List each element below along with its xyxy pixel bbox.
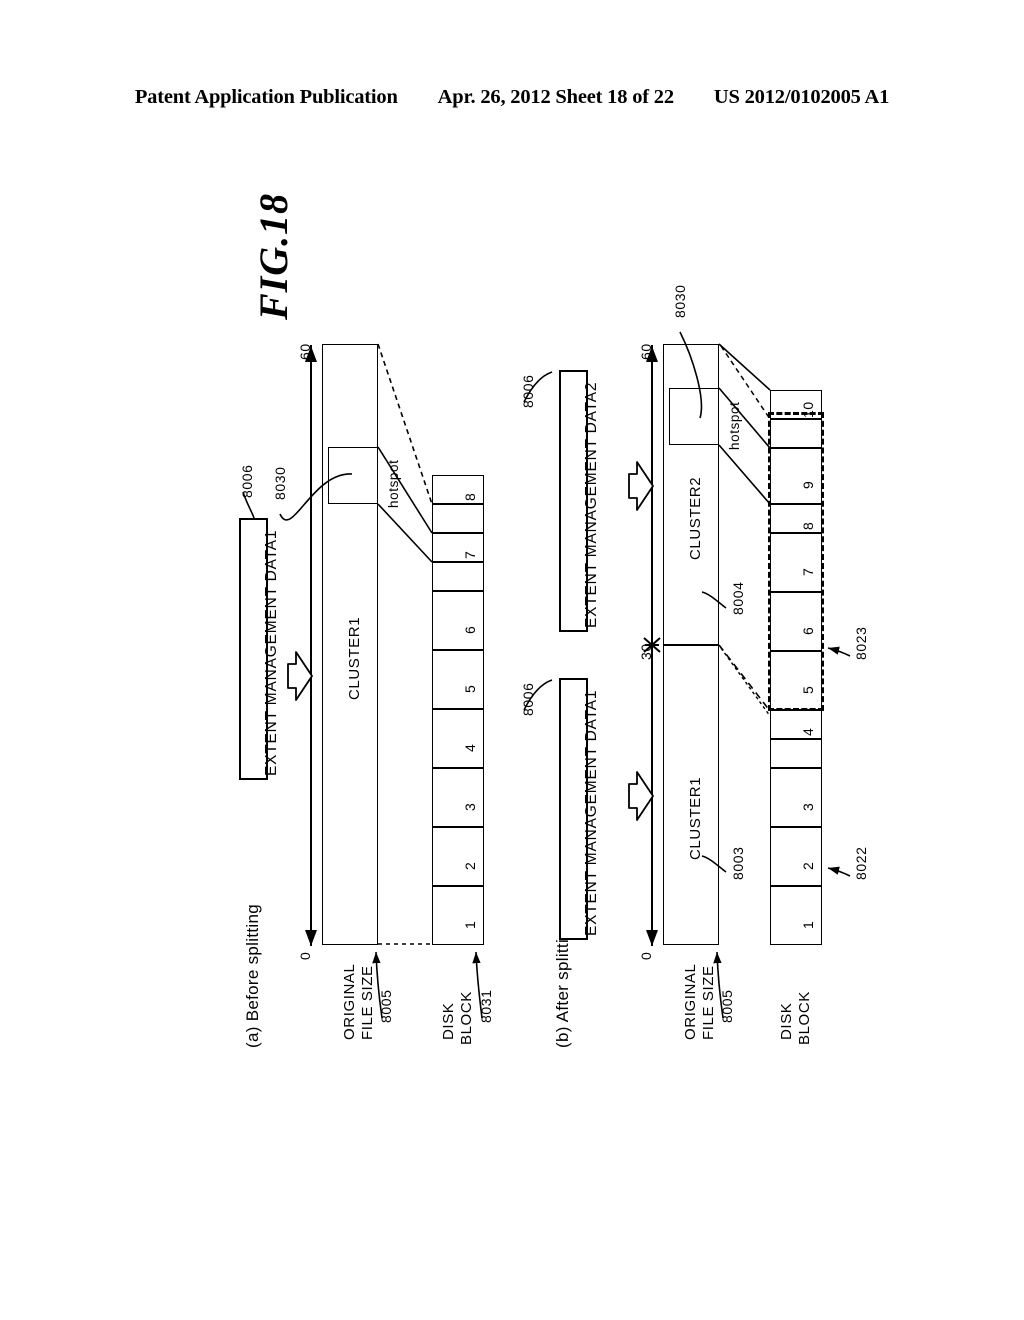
panel-a-hotspot-ref: 8030 (272, 466, 288, 500)
panel-b-extent-management-ref-1: 8006 (520, 682, 536, 716)
panel-a-block-5: 5 (432, 650, 484, 709)
panel-b-extent-management-ref-2: 8006 (520, 374, 536, 408)
figure-title: FIG.18 (251, 192, 296, 320)
panel-a-block-4: 4 (432, 709, 484, 768)
panel-a-axis-tick-0: 0 (297, 951, 313, 960)
panel-a-block-7-label: 7 (462, 550, 478, 559)
panel-a-block-3: 3 (432, 768, 484, 827)
panel-a-extent-management-ref: 8006 (239, 464, 255, 498)
panel-a-block-4-label: 4 (462, 743, 478, 752)
panel-b-original-file-size-line1: ORIGINAL (682, 963, 699, 1040)
panel-b-block-group-ref-8023: 8023 (853, 626, 869, 660)
panel-a-block-7: 7 (432, 533, 484, 562)
panel-a-axis-tick-60: 60 (297, 343, 313, 360)
panel-a-block-8-label: 8 (462, 492, 478, 501)
panel-b-block-3: 3 (770, 768, 822, 827)
panel-a-disk-block-line2: BLOCK (458, 991, 475, 1045)
panel-b-block-3-label: 3 (800, 802, 816, 811)
panel-a-disk-block-ref: 8031 (478, 989, 494, 1023)
panel-b-block-2-label: 2 (800, 861, 816, 870)
panel-b-extent-management-label-1: EXTENT MANAGEMENT DATA1 (583, 689, 600, 936)
panel-b-block-1-label: 1 (800, 920, 816, 929)
panel-b-cluster2-ref: 8004 (730, 581, 746, 615)
panel-b-block-4: 4 (770, 710, 822, 739)
panel-b-cluster1-ref: 8003 (730, 846, 746, 880)
panel-b-block-group-ref-8022: 8022 (853, 846, 869, 880)
figure-connectors (242, 331, 851, 1019)
panel-b-disk-block-line2: BLOCK (796, 991, 813, 1045)
panel-a-caption: (a) Before splitting (243, 904, 262, 1048)
panel-a-block-6: 6 (432, 591, 484, 650)
panel-b-block-2: 2 (770, 827, 822, 886)
panel-b-block-4-label: 4 (800, 727, 816, 736)
panel-b-axis-tick-60: 60 (638, 343, 654, 360)
panel-a-block-2: 2 (432, 827, 484, 886)
panel-a-block-2-label: 2 (462, 861, 478, 870)
panel-a-extent-management-label: EXTENT MANAGEMENT DATA1 (263, 529, 280, 776)
panel-b-hotspot-label: hotspot (727, 401, 742, 450)
panel-b-cluster1-label: CLUSTER1 (687, 776, 704, 860)
panel-a-block-5-label: 5 (462, 684, 478, 693)
panel-a-disk-block-line1: DISK (440, 1002, 457, 1040)
figure-18: FIG.18 (a) Before splitting EXTENT MANAG… (0, 0, 1024, 1320)
panel-b-hotspot-ref: 8030 (672, 284, 688, 318)
panel-a-original-file-size-line1: ORIGINAL (341, 963, 358, 1040)
panel-b-block-group-outline (768, 412, 824, 711)
panel-a-block-3-label: 3 (462, 802, 478, 811)
panel-b-extent-management-label-2: EXTENT MANAGEMENT DATA2 (583, 381, 600, 628)
panel-a-hotspot-box (328, 447, 378, 504)
panel-a-block-1: 1 (432, 886, 484, 945)
panel-a-block-6-label: 6 (462, 625, 478, 634)
panel-a-original-file-size-ref: 8005 (378, 989, 394, 1023)
panel-b-original-file-size-ref: 8005 (719, 989, 735, 1023)
panel-b-original-file-size-line2: FILE SIZE (700, 965, 717, 1040)
panel-b-axis-tick-mark-30 (645, 644, 659, 646)
panel-b-block-1: 1 (770, 886, 822, 945)
panel-b-axis-tick-0: 0 (638, 951, 654, 960)
panel-a-block-8: 8 (432, 475, 484, 504)
panel-a-extent-management-box: EXTENT MANAGEMENT DATA1 (239, 518, 280, 780)
panel-a-block-1-label: 1 (462, 920, 478, 929)
panel-a-cluster1-label: CLUSTER1 (346, 616, 363, 700)
panel-a-block-gap-2 (432, 504, 484, 533)
panel-b-extent-management-box-2: EXTENT MANAGEMENT DATA2 (559, 370, 600, 632)
panel-a-axis-line (310, 345, 312, 945)
panel-b-hotspot-box (669, 388, 719, 445)
panel-b-extent-management-box-1: EXTENT MANAGEMENT DATA1 (559, 678, 600, 940)
panel-a-original-file-size-line2: FILE SIZE (359, 965, 376, 1040)
panel-b-block-gap-1 (770, 739, 822, 768)
panel-a-hotspot-label: hotspot (386, 459, 401, 508)
panel-a-block-gap-1 (432, 562, 484, 591)
panel-b-cluster2-label: CLUSTER2 (687, 476, 704, 560)
panel-b-disk-block-line1: DISK (778, 1002, 795, 1040)
